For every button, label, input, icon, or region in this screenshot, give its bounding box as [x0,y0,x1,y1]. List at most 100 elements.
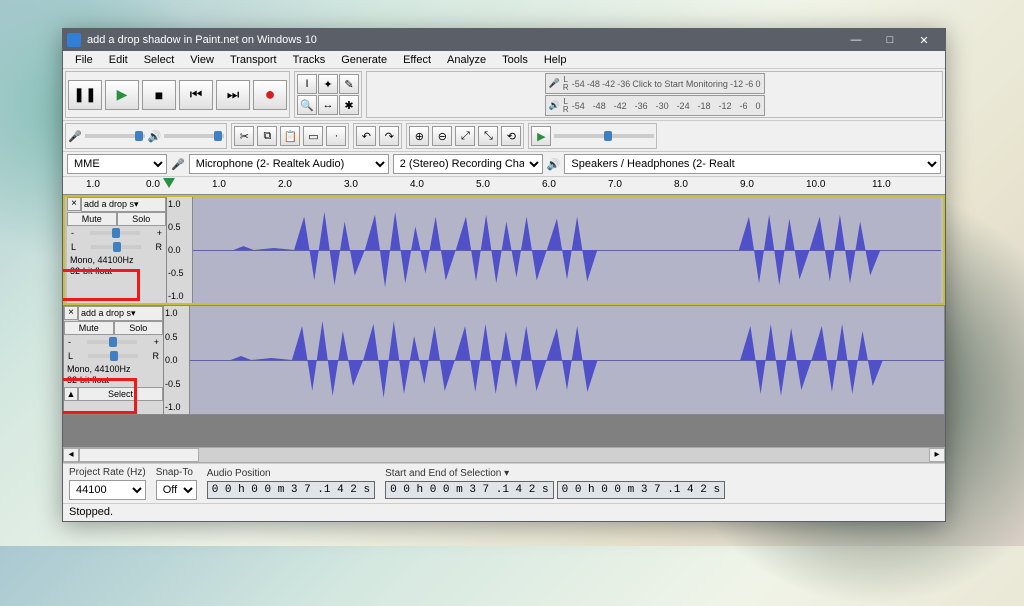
menu-tracks[interactable]: Tracks [285,52,334,68]
menu-effect[interactable]: Effect [395,52,439,68]
draw-tool[interactable]: ✎ [339,74,359,94]
scroll-thumb[interactable] [79,448,199,462]
multi-tool[interactable]: ✱ [339,95,359,115]
spk-vol-icon: 🔊 [148,130,162,143]
menu-transport[interactable]: Transport [222,52,285,68]
fit-project-button[interactable]: ⤡ [478,126,498,146]
play-button[interactable]: ▶ [105,80,139,110]
toolbar-row-2: 🎤 🔊 ✂ ⧉ 📋 ▭ · ↶ ↷ ⊕ ⊖ ⤢ ⤡ ⟲ ▶ [63,121,945,152]
meters-toolbar: 🎤 L R -54-48-42 -36 Click to Start Monit… [366,71,943,118]
recording-device-select[interactable]: Microphone (2- Realtek Audio) [189,154,389,174]
waveform-svg [193,197,941,303]
highlight-annotation-1 [63,269,140,301]
maximize-button[interactable]: □ [873,29,907,51]
playback-meter[interactable]: 🔊 LR -54-48-42 -36-30-24 -18-12-6 0 [545,95,765,116]
close-button[interactable]: ✕ [907,29,941,51]
copy-button[interactable]: ⧉ [257,126,277,146]
mic-vol-icon: 🎤 [68,130,82,143]
spk-dev-icon: 🔊 [547,158,561,171]
timeshift-tool[interactable]: ↔ [318,95,338,115]
timeline-ruler[interactable]: 1.0 0.0 1.0 2.0 3.0 4.0 5.0 6.0 7.0 8.0 … [63,177,945,195]
trim-button[interactable]: ▭ [303,126,323,146]
transport-toolbar: ❚❚ ▶ ■ ⏮ ⏭ ● [65,71,290,118]
fit-selection-button[interactable]: ⤢ [455,126,475,146]
menu-view[interactable]: View [182,52,222,68]
track-control-panel-2: × add a drop s▾ Mute Solo -+ LR Mono, 44… [64,306,164,414]
menu-edit[interactable]: Edit [101,52,136,68]
snap-to-label: Snap-To [156,467,197,478]
recording-channels-select[interactable]: 2 (Stereo) Recording Cha [393,154,543,174]
undo-button[interactable]: ↶ [356,126,376,146]
track-name-dropdown[interactable]: add a drop s▾ [81,197,166,212]
record-button[interactable]: ● [253,80,287,110]
status-text: Stopped. [69,506,113,518]
waveform-svg [190,306,944,414]
highlight-annotation-2 [63,378,137,414]
scroll-left-button[interactable]: ◂ [63,448,79,462]
pan-slider[interactable] [88,354,138,358]
menu-select[interactable]: Select [136,52,183,68]
snap-to-select[interactable]: Off [156,480,197,500]
horizontal-scrollbar[interactable]: ◂ ▸ [63,447,945,463]
recording-meter[interactable]: 🎤 L R -54-48-42 -36 Click to Start Monit… [545,73,765,94]
minimize-button[interactable]: — [839,29,873,51]
window-title: add a drop shadow in Paint.net on Window… [87,34,317,46]
solo-button[interactable]: Solo [117,212,167,226]
track-name-dropdown[interactable]: add a drop s▾ [78,306,163,321]
menu-tools[interactable]: Tools [494,52,536,68]
play-speed-slider[interactable] [554,134,654,138]
menubar: File Edit Select View Transport Tracks G… [63,51,945,69]
track-control-panel-1: × add a drop s▾ Mute Solo -+ LR Mono, 44… [67,197,167,303]
zoom-tool[interactable]: 🔍 [297,95,317,115]
gain-slider[interactable] [87,340,137,344]
tools-toolbar: I ✦ ✎ 🔍 ↔ ✱ [294,71,362,118]
skip-start-button[interactable]: ⏮ [179,80,213,110]
audio-position-field[interactable]: 0 0 h 0 0 m 3 7 .1 4 2 s [207,481,375,499]
selection-end-field[interactable]: 0 0 h 0 0 m 3 7 .1 4 2 s [557,481,725,499]
vertical-scale: 1.00.50.0-0.5-1.0 [167,197,193,303]
playback-device-select[interactable]: Speakers / Headphones (2- Realt [564,154,941,174]
menu-generate[interactable]: Generate [333,52,395,68]
project-rate-select[interactable]: 44100 [69,480,146,500]
track-close-button[interactable]: × [67,197,81,211]
toolbar-row-1: ❚❚ ▶ ■ ⏮ ⏭ ● I ✦ ✎ 🔍 ↔ ✱ 🎤 L R -54-48-42 [63,69,945,121]
paste-button[interactable]: 📋 [280,126,300,146]
audio-track-1[interactable]: × add a drop s▾ Mute Solo -+ LR Mono, 44… [63,195,945,305]
skip-end-button[interactable]: ⏭ [216,80,250,110]
play-at-speed-toolbar: ▶ [528,123,657,149]
mute-button[interactable]: Mute [64,321,114,335]
playhead-indicator[interactable] [163,178,175,188]
waveform-2[interactable]: 1.00.50.0-0.5-1.0 [164,306,944,414]
speaker-icon: 🔊 [549,100,560,111]
silence-button[interactable]: · [326,126,346,146]
gain-slider[interactable] [90,231,140,235]
selection-toolbar: Project Rate (Hz) 44100 Snap-To Off Audi… [63,463,945,503]
selection-tool[interactable]: I [297,74,317,94]
zoom-out-button[interactable]: ⊖ [432,126,452,146]
selection-start-field[interactable]: 0 0 h 0 0 m 3 7 .1 4 2 s [385,481,553,499]
waveform-1[interactable]: 1.00.50.0-0.5-1.0 [167,197,941,303]
pause-button[interactable]: ❚❚ [68,80,102,110]
menu-file[interactable]: File [67,52,101,68]
recording-volume-slider[interactable] [85,134,145,138]
envelope-tool[interactable]: ✦ [318,74,338,94]
redo-button[interactable]: ↷ [379,126,399,146]
track-close-button[interactable]: × [64,306,78,320]
audio-host-select[interactable]: MME [67,154,167,174]
menu-help[interactable]: Help [536,52,575,68]
meter-click-text[interactable]: Click to Start Monitoring [632,79,728,89]
stop-button[interactable]: ■ [142,80,176,110]
zoom-toggle-button[interactable]: ⟲ [501,126,521,146]
playback-volume-slider[interactable] [164,134,224,138]
cut-button[interactable]: ✂ [234,126,254,146]
play-at-speed-button[interactable]: ▶ [531,126,551,146]
scroll-right-button[interactable]: ▸ [929,448,945,462]
app-icon [67,33,81,47]
mute-button[interactable]: Mute [67,212,117,226]
solo-button[interactable]: Solo [114,321,164,335]
menu-analyze[interactable]: Analyze [439,52,494,68]
pan-slider[interactable] [91,245,141,249]
window-titlebar[interactable]: add a drop shadow in Paint.net on Window… [63,29,945,51]
audio-track-2[interactable]: × add a drop s▾ Mute Solo -+ LR Mono, 44… [63,305,945,415]
zoom-in-button[interactable]: ⊕ [409,126,429,146]
